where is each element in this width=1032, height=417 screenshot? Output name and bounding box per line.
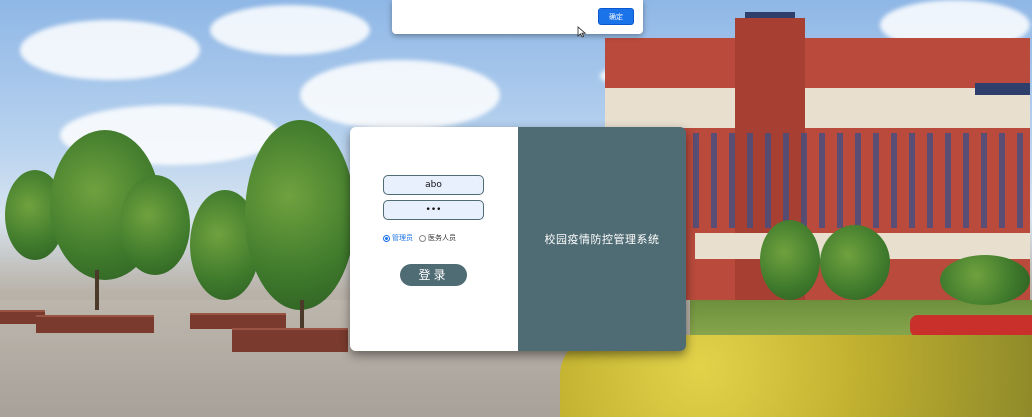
tree bbox=[940, 255, 1030, 305]
role-option-medical-staff[interactable]: 医务人员 bbox=[419, 233, 456, 243]
username-input[interactable] bbox=[383, 175, 484, 195]
confirm-button[interactable]: 确定 bbox=[598, 8, 634, 25]
planter bbox=[232, 328, 348, 352]
tree bbox=[760, 220, 820, 300]
planter bbox=[190, 313, 286, 329]
branding-panel: 校园疫情防控管理系统 bbox=[518, 127, 686, 351]
role-label: 医务人员 bbox=[428, 234, 456, 242]
alert-dialog: 确定 bbox=[392, 0, 643, 34]
radio-unchecked-icon[interactable] bbox=[419, 234, 426, 242]
cloud bbox=[20, 20, 200, 80]
role-label: 管理员 bbox=[392, 234, 413, 242]
role-selector: 管理员 医务人员 bbox=[383, 233, 462, 243]
cloud bbox=[300, 60, 500, 130]
tree bbox=[245, 120, 355, 310]
tree-trunk bbox=[95, 270, 99, 310]
role-option-admin[interactable]: 管理员 bbox=[383, 233, 413, 243]
login-card: 管理员 医务人员 登录 校园疫情防控管理系统 bbox=[350, 127, 686, 351]
login-form-panel: 管理员 医务人员 登录 bbox=[350, 127, 518, 351]
system-title: 校园疫情防控管理系统 bbox=[544, 233, 660, 246]
flower-bed-red bbox=[910, 315, 1032, 337]
tree-trunk bbox=[300, 300, 304, 330]
cloud bbox=[210, 5, 370, 55]
login-button[interactable]: 登录 bbox=[400, 264, 467, 286]
radio-checked-icon[interactable] bbox=[383, 234, 390, 242]
tree bbox=[820, 225, 890, 300]
planter bbox=[36, 315, 154, 333]
mouse-pointer-icon bbox=[577, 26, 587, 38]
password-input[interactable] bbox=[383, 200, 484, 220]
tree bbox=[120, 175, 190, 275]
